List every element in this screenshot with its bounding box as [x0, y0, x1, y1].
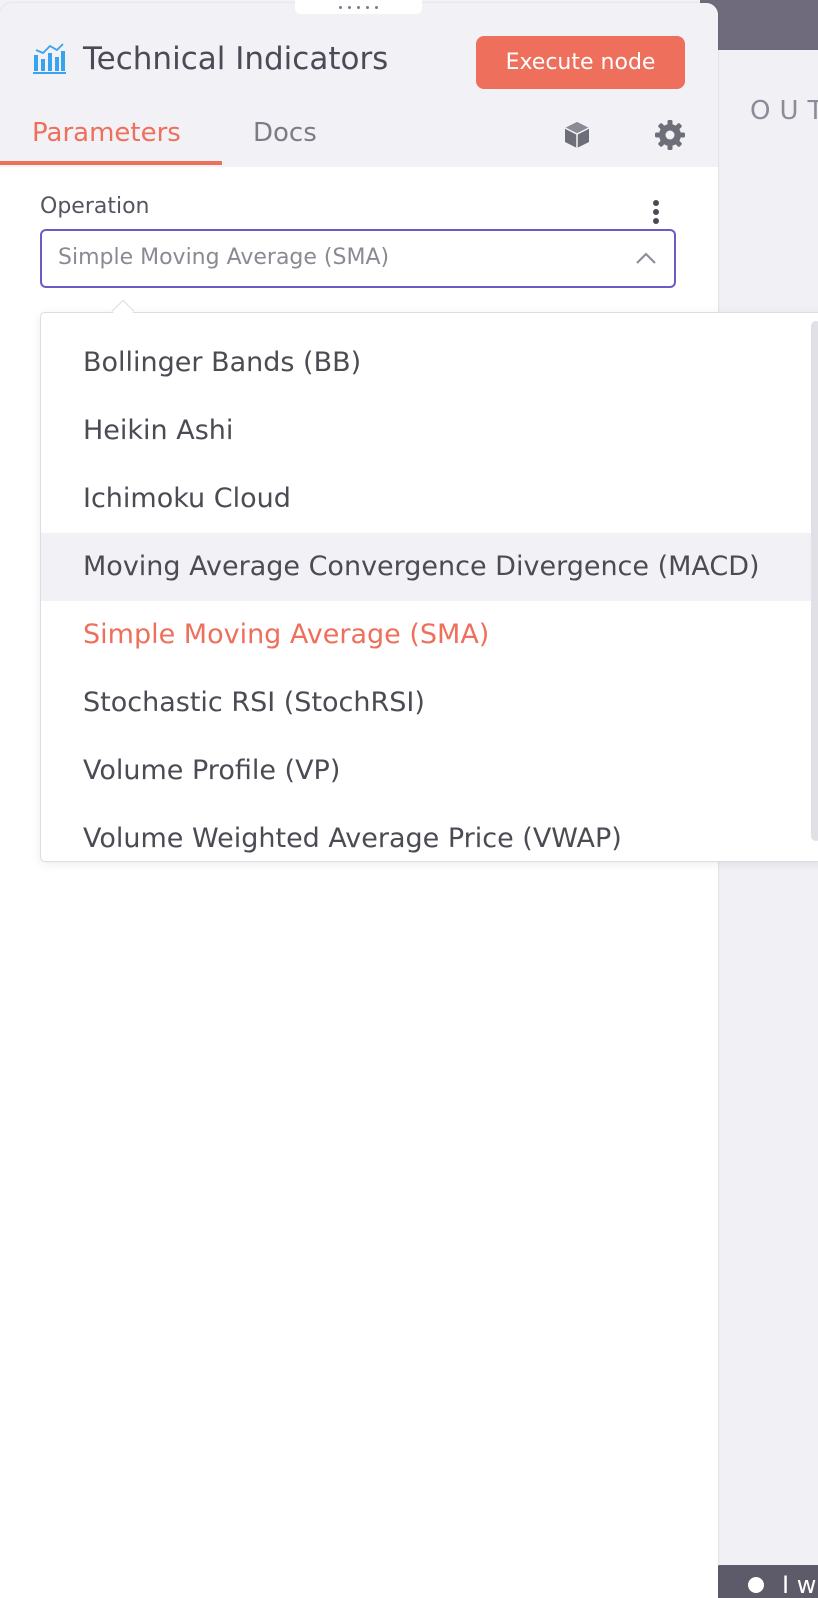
operation-dropdown: Bollinger Bands (BB) Heikin Ashi Ichimok…: [40, 312, 818, 862]
active-tab-indicator: [0, 161, 222, 165]
chevron-up-icon: [636, 252, 656, 264]
cube-icon[interactable]: [561, 119, 593, 151]
operation-select-value: Simple Moving Average (SMA): [58, 245, 390, 270]
option-macd[interactable]: Moving Average Convergence Divergence (M…: [41, 533, 818, 601]
option-bollinger-bands[interactable]: Bollinger Bands (BB): [41, 329, 818, 397]
node-title: Technical Indicators: [83, 41, 389, 77]
page: OUT I w Technical Indicators Execute nod…: [0, 0, 818, 1598]
execute-node-button[interactable]: Execute node: [476, 36, 685, 89]
kebab-menu-icon[interactable]: [648, 199, 664, 225]
bar-chart-icon: [33, 43, 66, 74]
option-vwap[interactable]: Volume Weighted Average Price (VWAP): [41, 805, 818, 861]
option-stochastic-rsi[interactable]: Stochastic RSI (StochRSI): [41, 669, 818, 737]
drag-handle[interactable]: [295, 0, 422, 14]
option-volume-profile[interactable]: Volume Profile (VP): [41, 737, 818, 805]
output-panel-title: OUT: [750, 96, 818, 126]
option-sma[interactable]: Simple Moving Average (SMA): [41, 601, 818, 669]
operation-label: Operation: [40, 194, 150, 219]
tab-docs[interactable]: Docs: [253, 118, 317, 148]
operation-select[interactable]: Simple Moving Average (SMA): [40, 229, 676, 288]
tab-parameters[interactable]: Parameters: [32, 118, 181, 148]
gear-icon[interactable]: [654, 119, 686, 151]
option-heikin-ashi[interactable]: Heikin Ashi: [41, 397, 818, 465]
lightbulb-icon: [748, 1577, 764, 1593]
output-bottom-bar[interactable]: I w: [716, 1565, 818, 1598]
option-ichimoku-cloud[interactable]: Ichimoku Cloud: [41, 465, 818, 533]
output-bottom-text: I w: [782, 1571, 817, 1598]
dropdown-scrollbar[interactable]: [811, 321, 818, 841]
